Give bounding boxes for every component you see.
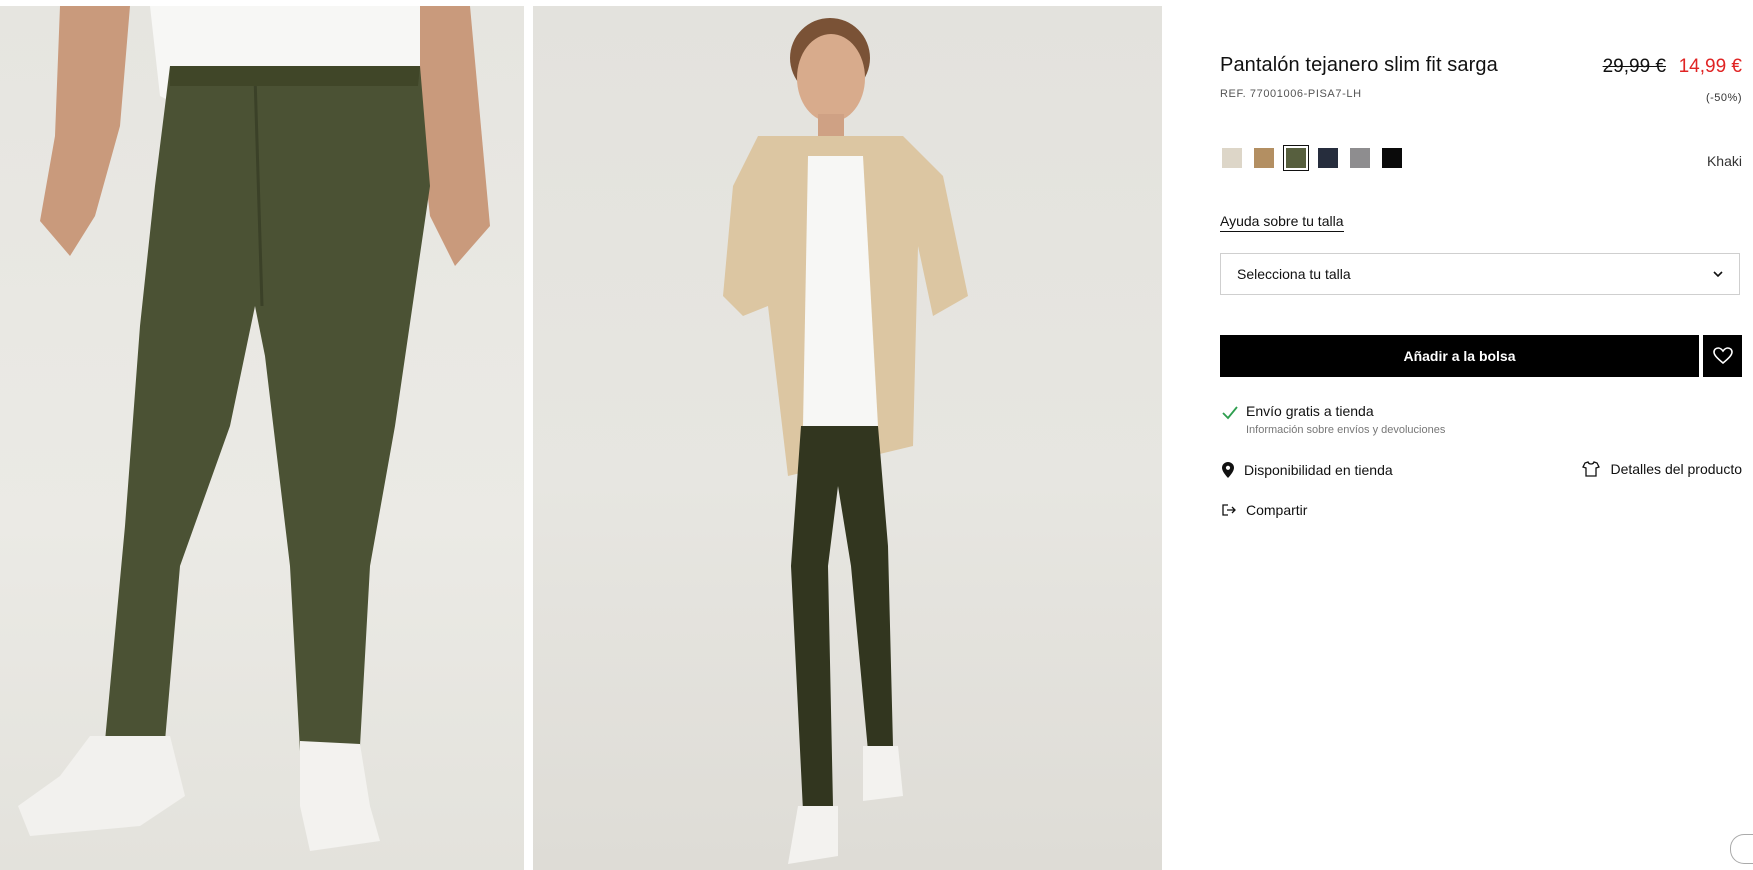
size-select-dropdown[interactable]: Selecciona tu talla [1220, 253, 1740, 295]
check-icon [1222, 406, 1238, 420]
color-swatch-grey[interactable] [1350, 148, 1370, 168]
color-swatch-khaki[interactable] [1283, 145, 1309, 171]
location-pin-icon [1222, 462, 1234, 478]
add-to-bag-button[interactable]: Añadir a la bolsa [1220, 335, 1699, 377]
original-price: 29,99 € [1602, 56, 1666, 77]
color-swatch-navy[interactable] [1318, 148, 1338, 168]
size-select-label: Selecciona tu talla [1237, 266, 1351, 282]
selected-color-name: Khaki [1706, 153, 1742, 169]
product-info-panel: Pantalón tejanero slim fit sarga REF. 77… [1220, 0, 1742, 870]
color-swatch-tan[interactable] [1254, 148, 1274, 168]
share-label: Compartir [1246, 502, 1308, 518]
color-swatch-beige-light[interactable] [1222, 148, 1242, 168]
chevron-down-icon [1713, 271, 1723, 278]
product-image-model[interactable] [533, 6, 1162, 870]
color-swatches [1222, 145, 1402, 171]
store-availability-link[interactable]: Disponibilidad en tienda [1222, 462, 1393, 478]
store-availability-label: Disponibilidad en tienda [1244, 462, 1393, 478]
discount-badge: (-50%) [1705, 92, 1742, 104]
shipping-info-link[interactable]: Información sobre envíos y devoluciones [1246, 424, 1445, 436]
color-swatch-black[interactable] [1382, 148, 1402, 168]
share-link[interactable]: Compartir [1222, 502, 1307, 518]
product-image-detail[interactable] [0, 6, 524, 870]
trousers-closeup-illustration [18, 6, 490, 851]
product-reference: REF. 77001006-PISA7-LH [1220, 88, 1362, 100]
tshirt-icon [1582, 461, 1601, 477]
product-title: Pantalón tejanero slim fit sarga [1220, 54, 1498, 76]
heart-icon [1712, 347, 1733, 365]
product-details-label: Detalles del producto [1610, 461, 1742, 477]
size-help-link[interactable]: Ayuda sobre tu talla [1220, 213, 1344, 232]
sale-price: 14,99 € [1678, 56, 1742, 77]
product-details-link[interactable]: Detalles del producto [1582, 461, 1742, 477]
free-shipping-title: Envío gratis a tienda [1246, 403, 1374, 419]
share-icon [1222, 504, 1236, 516]
chat-widget-tab[interactable] [1730, 834, 1753, 864]
favorite-button[interactable] [1703, 335, 1742, 377]
add-to-bag-label: Añadir a la bolsa [1403, 348, 1516, 364]
model-fullbody-illustration [723, 18, 968, 864]
